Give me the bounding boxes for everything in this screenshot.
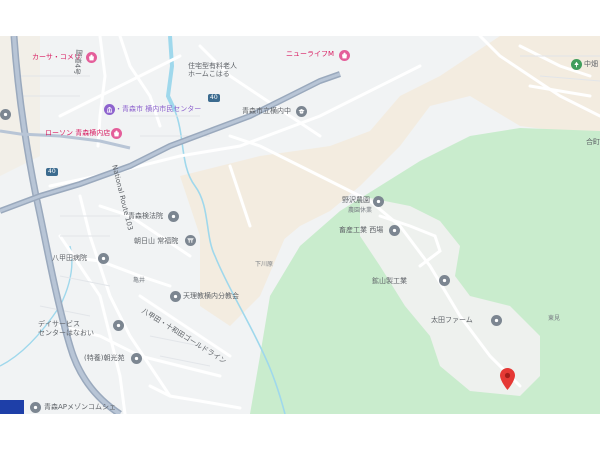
map-corner-thumbnail[interactable] [0,400,24,414]
shimokawa-label: 下川原 [255,261,274,268]
hakkoda-hospital-label[interactable]: 八甲田病院 [52,254,87,263]
tenri-label[interactable]: 天理教横内分教会 [183,292,239,301]
route-badge-2: 40 [208,94,220,102]
shopping-bag-icon[interactable] [86,52,97,63]
day-service-label[interactable]: デイサービス センターはなおい [38,320,94,338]
chikusan-label[interactable]: 畜産工業 西場 [339,226,383,235]
yokouchi-chu-label[interactable]: 青森市立横内中 [242,107,291,116]
shopping-bag-icon[interactable] [339,50,350,61]
place-pin-icon[interactable] [170,291,181,302]
route-badge: 40 [46,168,58,176]
place-pin-icon[interactable] [168,211,179,222]
ota-farm-label[interactable]: 太田ファーム [431,316,473,325]
newlife-m-label[interactable]: ニューライフM [286,50,334,59]
jutaku-home-label[interactable]: 住宅型有料老人 ホームこはる [188,62,237,78]
yokouchi-center-label[interactable]: ・青森市 横内市民センター [115,105,201,114]
karsa-komeri-label[interactable]: カーサ・コメリ [32,53,81,62]
location-marker-icon[interactable] [500,368,515,394]
kamei-label: 亀井 [133,277,146,284]
nozawa-nouen-label[interactable]: 野沢農園 [342,196,370,205]
lawson-label[interactable]: ローソン 青森横内店 [45,129,110,138]
government-building-icon[interactable] [104,104,115,115]
nozawa-sub-label: 農園休業 [348,207,373,214]
nakayama-label[interactable]: 中畑 [584,60,598,69]
place-pin-icon[interactable] [491,315,502,326]
aomori-koho-in-label[interactable]: 青森検法院 [128,212,163,221]
place-pin-icon[interactable] [439,275,450,286]
shopping-bag-icon[interactable] [111,128,122,139]
kozanshi-label[interactable]: 鉱山製工業 [372,277,407,286]
iwakuchi-label: 合町 [586,138,600,146]
shimoku-label: 東見 [548,315,561,322]
tokuyo-label[interactable]: (特養)朝光苑 [84,354,124,363]
place-pin-icon[interactable] [389,225,400,236]
asahiyama-label[interactable]: 朝日山 常福院 [134,237,178,246]
school-icon[interactable] [296,106,307,117]
park-icon[interactable] [571,59,582,70]
place-pin-icon[interactable] [0,109,11,120]
place-pin-icon[interactable] [131,353,142,364]
place-pin-icon[interactable] [113,320,124,331]
place-pin-icon[interactable] [373,196,384,207]
map-view[interactable]: 国道4号 National Route 103 八甲田・十和田ゴールドライン 4… [0,36,600,414]
aomori-ap-label[interactable]: 青森APメゾンコムシェ [44,403,116,412]
place-pin-icon[interactable] [98,253,109,264]
place-pin-icon[interactable] [30,402,41,413]
temple-icon[interactable] [185,235,196,246]
